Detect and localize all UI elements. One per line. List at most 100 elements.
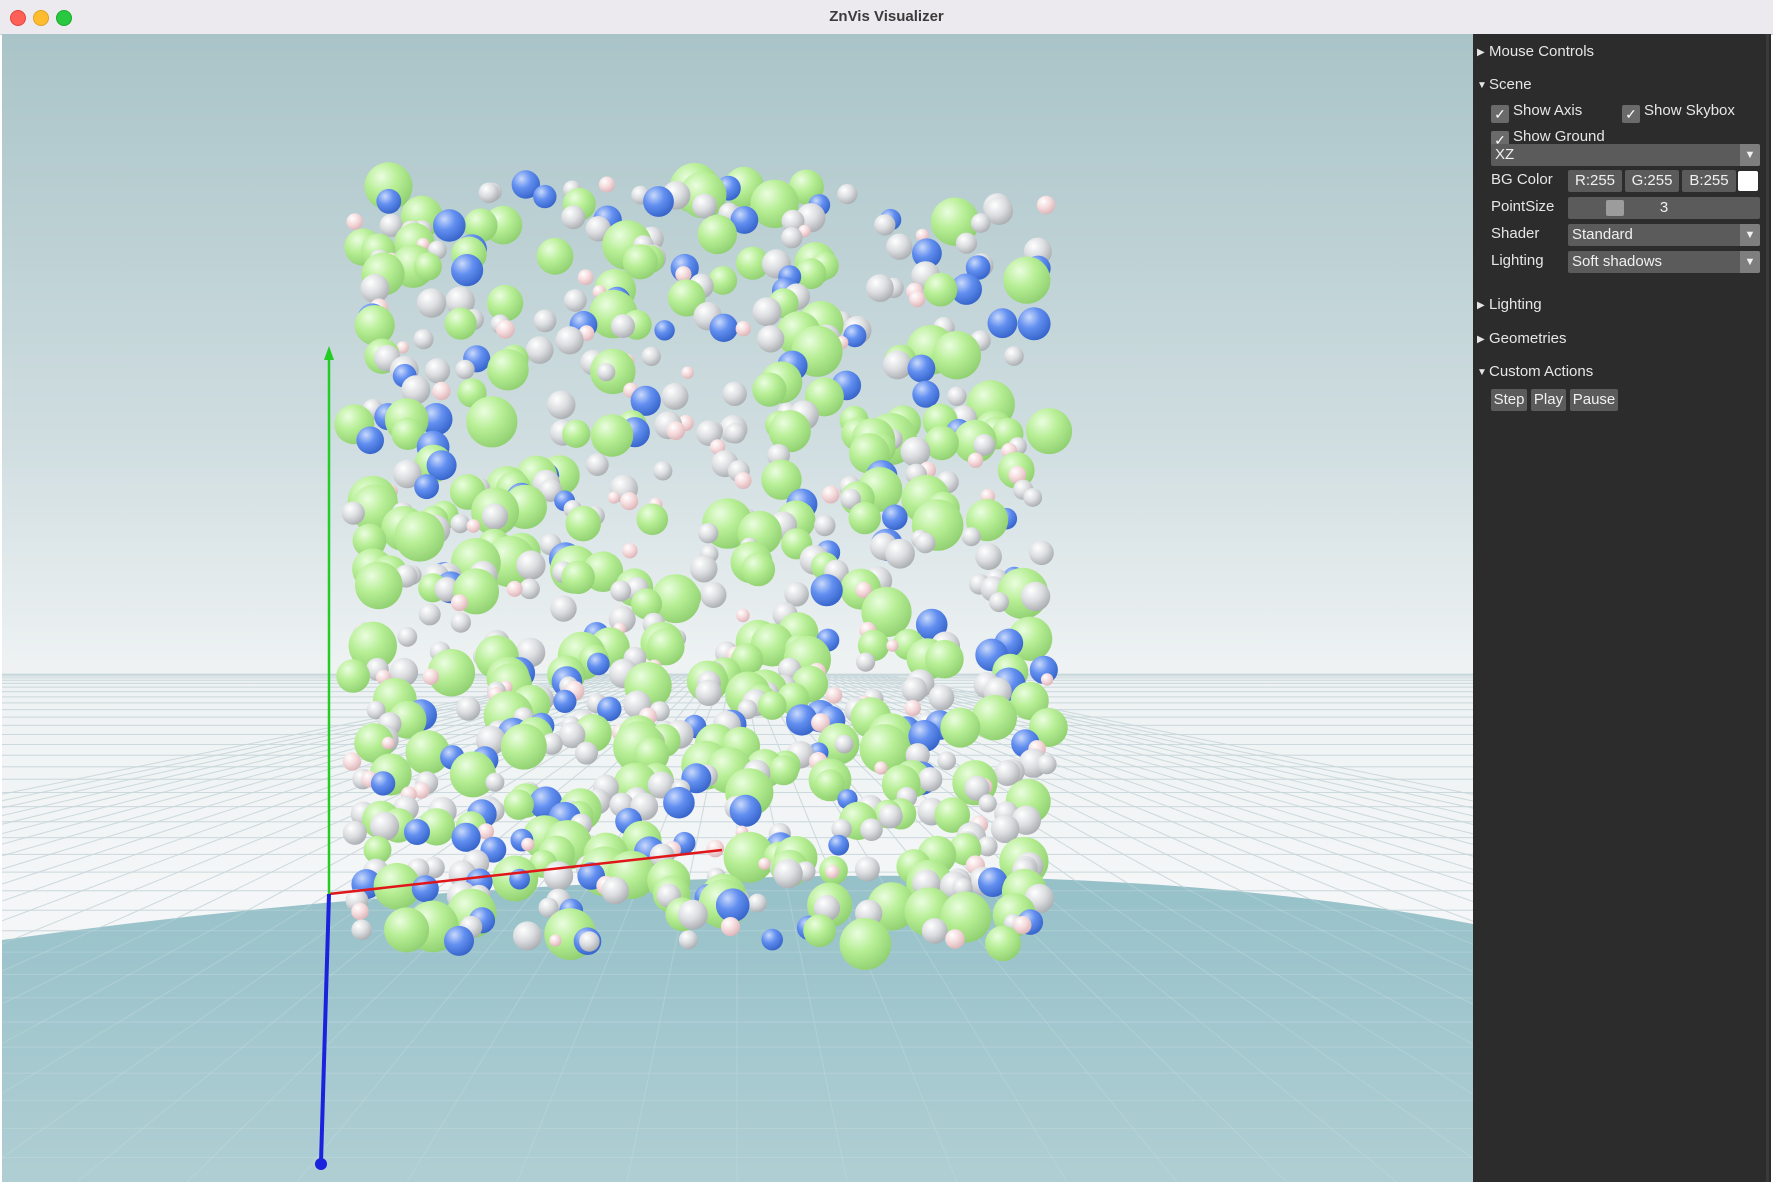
particle-sphere [1036,195,1056,215]
particle-sphere [860,818,883,841]
particle-sphere [923,272,958,307]
particle-sphere [741,552,776,587]
particle-sphere [735,321,751,337]
triangle-right-icon: ▶ [1477,334,1485,345]
particle-sphere [456,696,481,721]
particle-sphere [587,652,610,676]
checkmark-icon: ✓ [1622,105,1640,123]
particle-sphere [681,366,694,380]
particle-sphere [678,930,698,950]
ground-plane-select[interactable]: XZ ▼ [1491,144,1760,166]
particle-sphere [1004,346,1024,366]
settings-panel: ▶ Mouse Controls ▼ Scene ✓ Show Axis ✓ Show … [1473,34,1771,1182]
particle-sphere [661,382,689,410]
particle-sphere [424,358,451,384]
particle-sphere [450,594,468,612]
particle-sphere [907,354,936,383]
chevron-down-icon: ▼ [1740,224,1760,246]
particle-sphere [525,336,554,364]
particle-sphere [394,511,445,562]
play-button[interactable]: Play [1531,389,1566,411]
particle-sphere [698,523,719,544]
particle-sphere [455,359,475,380]
bg-color-r-field[interactable]: R:255 [1568,170,1622,192]
particle-sphere [663,786,695,819]
particle-sphere [940,707,981,748]
particle-sphere [561,560,595,594]
bg-color-swatch[interactable] [1738,171,1758,191]
particle-sphere [533,309,557,333]
particle-sphere [692,193,717,219]
section-custom-actions[interactable]: ▼ Custom Actions [1477,361,1593,383]
particle-sphere [397,626,418,647]
particle-sphere [342,752,362,771]
lighting-select[interactable]: Soft shadows ▼ [1568,251,1760,273]
particle-sphere [342,820,367,845]
particle-sphere [496,319,515,339]
particle-sphere [1029,540,1054,566]
bg-color-g-field[interactable]: G:255 [1625,170,1679,192]
particle-sphere [351,919,373,941]
triangle-right-icon: ▶ [1477,47,1485,58]
particle-sphere [444,307,477,340]
section-scene[interactable]: ▼ Scene [1477,74,1532,96]
particle-sphere [928,684,955,711]
shader-select[interactable]: Standard ▼ [1568,224,1760,246]
particle-sphere [720,917,741,937]
particle-sphere [821,485,840,504]
panel-scrollbar[interactable] [1766,34,1769,1182]
section-lighting[interactable]: ▶ Lighting [1477,294,1542,316]
particle-sphere [610,580,632,602]
particle-sphere [814,514,836,537]
section-mouse-controls[interactable]: ▶ Mouse Controls [1477,41,1594,63]
particle-sphere [1003,256,1051,304]
particle-sphere [466,519,481,533]
particle-sphere [985,925,1021,962]
pause-button[interactable]: Pause [1570,389,1618,411]
particle-sphere [666,421,686,441]
particle-sphere [478,182,500,204]
particle-sphere [553,689,577,714]
3d-viewport[interactable] [2,34,1473,1182]
triangle-down-icon: ▼ [1477,80,1487,91]
particle-sphere [341,501,365,525]
particle-sphere [904,699,921,717]
z-axis-tip [315,1158,327,1170]
section-geometries[interactable]: ▶ Geometries [1477,328,1567,350]
particle-sphere [955,232,978,254]
particle-sphere [355,561,403,610]
particle-sphere [433,209,466,242]
particle-sphere [516,550,546,580]
particle-sphere [729,794,762,827]
particle-sphere [825,687,843,704]
show-skybox-checkbox[interactable]: ✓ Show Skybox [1622,100,1735,123]
particle-sphere [945,929,965,949]
show-axis-checkbox[interactable]: ✓ Show Axis [1491,100,1582,123]
particle-sphere [886,233,913,260]
chevron-down-icon: ▼ [1740,251,1760,273]
particle-sphere [706,839,725,858]
particle-sphere [450,514,470,534]
particle-sphere [970,213,991,233]
particle-sphere [550,595,577,622]
lighting-label: Lighting [1491,252,1544,269]
particle-sphere [449,751,496,798]
particle-sphere [810,574,843,607]
particle-sphere [404,819,430,845]
particle-sphere [1040,673,1054,686]
particle-sphere [654,320,675,341]
bg-color-b-field[interactable]: B:255 [1682,170,1736,192]
particle-sphere [579,931,600,952]
particle-sphere [590,414,634,457]
point-size-slider[interactable]: 3 [1568,197,1760,219]
step-button[interactable]: Step [1491,389,1527,411]
particle-sphere [555,326,584,355]
particle-sphere [597,363,616,382]
particle-sphere [848,501,881,535]
particle-sphere [575,741,598,765]
particle-sphere [500,723,547,770]
particle-sphere [925,639,964,679]
particle-sphere [444,925,474,956]
particle-sphere [1017,307,1051,341]
particle-sphere [709,313,738,342]
